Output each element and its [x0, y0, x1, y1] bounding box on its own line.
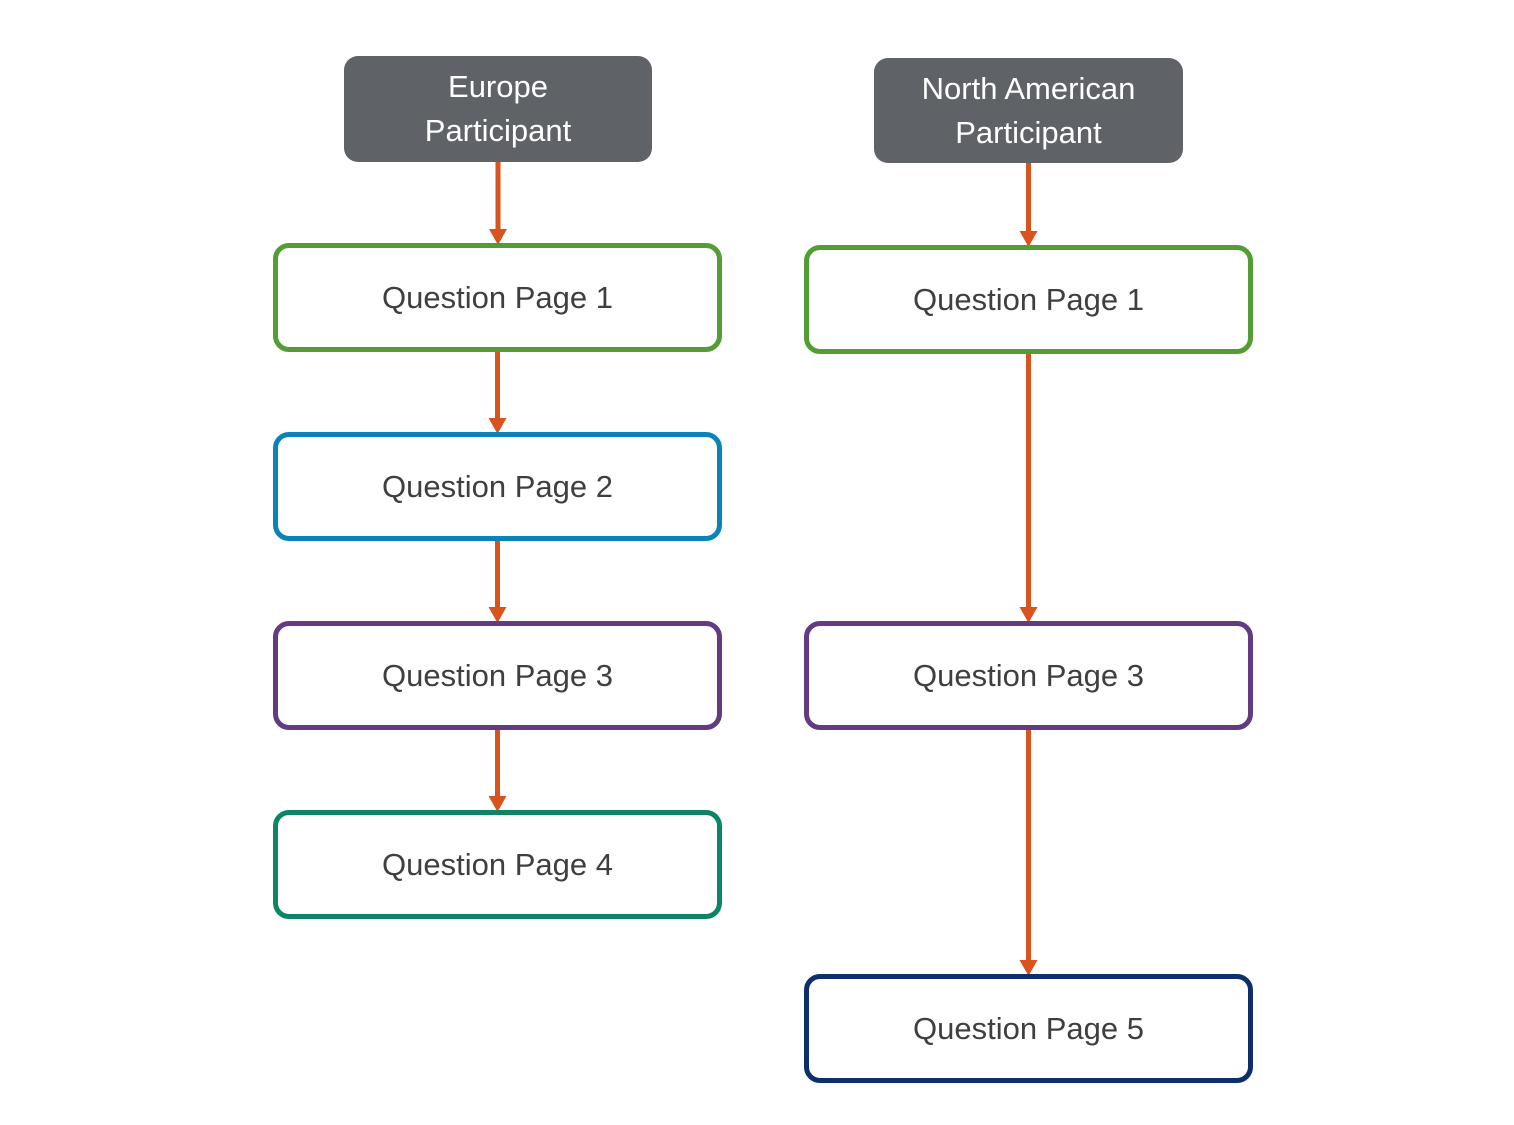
europe-question-page-4: Question Page 4: [273, 810, 722, 919]
north-america-question-page-1: Question Page 1: [804, 245, 1253, 354]
europe-question-page-3: Question Page 3: [273, 621, 722, 730]
connectors-layer: [488, 162, 1038, 976]
north-american-participant-header: North American Participant: [874, 58, 1183, 163]
europe-participant-header: Europe Participant: [344, 56, 652, 162]
europe-question-page-1: Question Page 1: [273, 243, 722, 352]
north-america-question-page-5: Question Page 5: [804, 974, 1253, 1083]
europe-question-page-2: Question Page 2: [273, 432, 722, 541]
north-america-question-page-3: Question Page 3: [804, 621, 1253, 730]
